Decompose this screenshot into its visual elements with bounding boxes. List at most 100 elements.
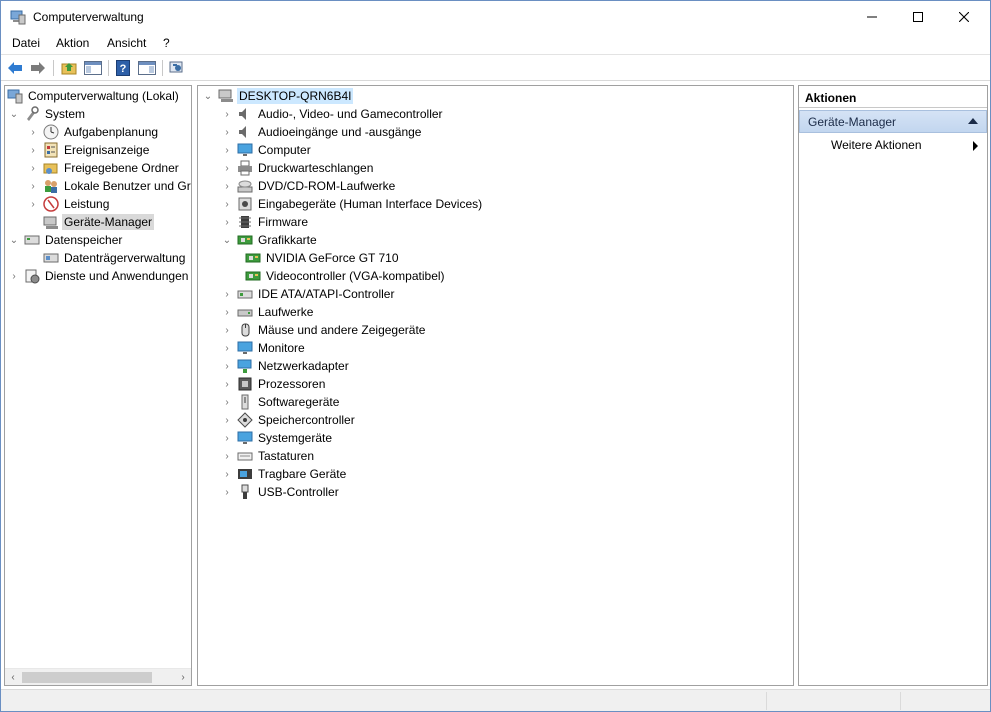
chevron-right-icon[interactable]: › [27, 177, 39, 195]
device-tree-item[interactable]: › Laufwerke [221, 303, 315, 321]
help-button[interactable]: ? [113, 59, 133, 77]
weitere-aktionen-item[interactable]: Weitere Aktionen [831, 138, 922, 152]
submenu-arrow-icon[interactable] [973, 141, 978, 151]
device-tree-item[interactable]: › Speichercontroller [221, 411, 357, 429]
usb-icon [237, 484, 253, 500]
up-button[interactable] [59, 59, 79, 77]
tree-item-geraete-manager[interactable]: Geräte-Manager [39, 213, 155, 231]
device-tree-item[interactable]: › Prozessoren [221, 375, 327, 393]
device-tree-item[interactable]: › Audioeingänge und -ausgänge [221, 123, 423, 141]
device-tree-item-label: Systemgeräte [258, 431, 333, 445]
chevron-right-icon[interactable]: › [221, 339, 233, 357]
status-segment [900, 692, 990, 710]
chevron-right-icon[interactable]: › [27, 195, 39, 213]
device-tree-item[interactable]: › Softwaregeräte [221, 393, 341, 411]
menu-aktion[interactable]: Aktion [56, 36, 89, 50]
tree-item-system[interactable]: ⌄ System [8, 105, 87, 123]
menu-datei[interactable]: Datei [12, 36, 40, 50]
chevron-right-icon[interactable]: › [221, 321, 233, 339]
device-tree-item[interactable]: › Firmware [221, 213, 310, 231]
tree-item-datenspeicher[interactable]: ⌄ Datenspeicher [8, 231, 124, 249]
chevron-down-icon[interactable]: ⌄ [8, 231, 20, 249]
close-button[interactable] [941, 1, 987, 33]
graphics-card-icon [237, 232, 253, 248]
device-tree-item[interactable]: › Systemgeräte [221, 429, 334, 447]
chevron-right-icon[interactable]: › [221, 447, 233, 465]
device-tree-item[interactable]: Videocontroller (VGA-kompatibel) [241, 267, 447, 285]
menu-help[interactable]: ? [163, 36, 170, 50]
chevron-right-icon[interactable]: › [221, 393, 233, 411]
chevron-right-icon[interactable]: › [27, 159, 39, 177]
tree-item-ereignisanzeige[interactable]: › Ereignisanzeige [27, 141, 151, 159]
device-tree-root[interactable]: ⌄ DESKTOP-QRN6B4I [202, 87, 354, 105]
device-tree-item[interactable]: › Mäuse und andere Zeigegeräte [221, 321, 427, 339]
scrollbar-thumb[interactable] [22, 672, 152, 683]
chevron-right-icon[interactable]: › [221, 429, 233, 447]
chevron-right-icon[interactable]: › [221, 141, 233, 159]
device-tree-item[interactable]: › Netzwerkadapter [221, 357, 351, 375]
tree-item-datentraegerverwaltung[interactable]: Datenträgerverwaltung [39, 249, 187, 267]
forward-button[interactable] [28, 59, 48, 77]
chevron-right-icon[interactable]: › [27, 123, 39, 141]
properties-button[interactable] [167, 59, 187, 77]
tree-item-label: Leistung [64, 197, 110, 211]
chevron-right-icon[interactable]: › [27, 141, 39, 159]
device-tree-item[interactable]: › Monitore [221, 339, 307, 357]
up-folder-icon [61, 63, 77, 75]
chevron-right-icon[interactable]: › [221, 159, 233, 177]
computer-management-icon [7, 88, 23, 104]
tree-item-lokale-benutzer[interactable]: › Lokale Benutzer und Gru [27, 177, 191, 195]
device-tree-item[interactable]: › Computer [221, 141, 313, 159]
collapse-triangle-icon[interactable] [968, 118, 978, 124]
chevron-right-icon[interactable]: › [221, 465, 233, 483]
chevron-down-icon[interactable]: ⌄ [8, 105, 20, 123]
drive-icon [237, 304, 253, 320]
scroll-right-icon[interactable]: › [175, 669, 191, 685]
chevron-right-icon[interactable]: › [221, 195, 233, 213]
menu-ansicht[interactable]: Ansicht [107, 36, 146, 50]
chevron-right-icon[interactable]: › [221, 483, 233, 501]
chevron-right-icon[interactable]: › [221, 375, 233, 393]
toolbar: ? [1, 56, 990, 81]
chevron-right-icon[interactable]: › [221, 213, 233, 231]
tree-item-label: Dienste und Anwendungen [45, 269, 189, 283]
show-hide-action-pane-button[interactable] [137, 59, 157, 77]
horizontal-scrollbar[interactable]: ‹ › [5, 668, 191, 685]
tree-item-label: Ereignisanzeige [64, 143, 150, 157]
device-tree-item[interactable]: › Audio-, Video- und Gamecontroller [221, 105, 445, 123]
chevron-right-icon[interactable]: › [221, 105, 233, 123]
device-tree-item[interactable]: › Eingabegeräte (Human Interface Devices) [221, 195, 484, 213]
device-tree-item[interactable]: › DVD/CD-ROM-Laufwerke [221, 177, 397, 195]
actions-section-geraete-manager[interactable]: Geräte-Manager [799, 110, 987, 133]
device-tree-item-label: Eingabegeräte (Human Interface Devices) [258, 197, 483, 211]
tree-item-dienste[interactable]: › Dienste und Anwendungen [8, 267, 190, 285]
device-tree-item[interactable]: › IDE ATA/ATAPI-Controller [221, 285, 396, 303]
tree-item-freigegebene-ordner[interactable]: › Freigegebene Ordner [27, 159, 181, 177]
device-tree-item[interactable]: › Druckwarteschlangen [221, 159, 375, 177]
chevron-right-icon[interactable]: › [221, 123, 233, 141]
chevron-down-icon[interactable]: ⌄ [202, 87, 214, 105]
tree-root-computer-management[interactable]: Computerverwaltung (Lokal) [7, 87, 181, 105]
chevron-right-icon[interactable]: › [221, 411, 233, 429]
minimize-button[interactable] [849, 1, 895, 33]
device-tree-item[interactable]: ⌄ Grafikkarte [221, 231, 319, 249]
chevron-right-icon[interactable]: › [221, 177, 233, 195]
scroll-left-icon[interactable]: ‹ [5, 669, 21, 685]
tree-item-leistung[interactable]: › Leistung [27, 195, 111, 213]
back-button[interactable] [5, 59, 25, 77]
chevron-right-icon[interactable]: › [221, 285, 233, 303]
device-tree-item[interactable]: NVIDIA GeForce GT 710 [241, 249, 401, 267]
chevron-right-icon[interactable]: › [221, 357, 233, 375]
device-manager-icon [43, 214, 59, 230]
keyboard-icon [237, 448, 253, 464]
chevron-down-icon[interactable]: ⌄ [221, 231, 233, 249]
device-tree-item[interactable]: › USB-Controller [221, 483, 341, 501]
device-tree-item[interactable]: › Tastaturen [221, 447, 316, 465]
chevron-right-icon[interactable]: › [221, 303, 233, 321]
show-hide-console-tree-button[interactable] [83, 59, 103, 77]
chevron-right-icon[interactable]: › [8, 267, 20, 285]
device-tree-item[interactable]: › Tragbare Geräte [221, 465, 348, 483]
maximize-button[interactable] [895, 1, 941, 33]
menu-bar: Datei Aktion Ansicht ? [1, 33, 990, 55]
tree-item-aufgabenplanung[interactable]: › Aufgabenplanung [27, 123, 160, 141]
